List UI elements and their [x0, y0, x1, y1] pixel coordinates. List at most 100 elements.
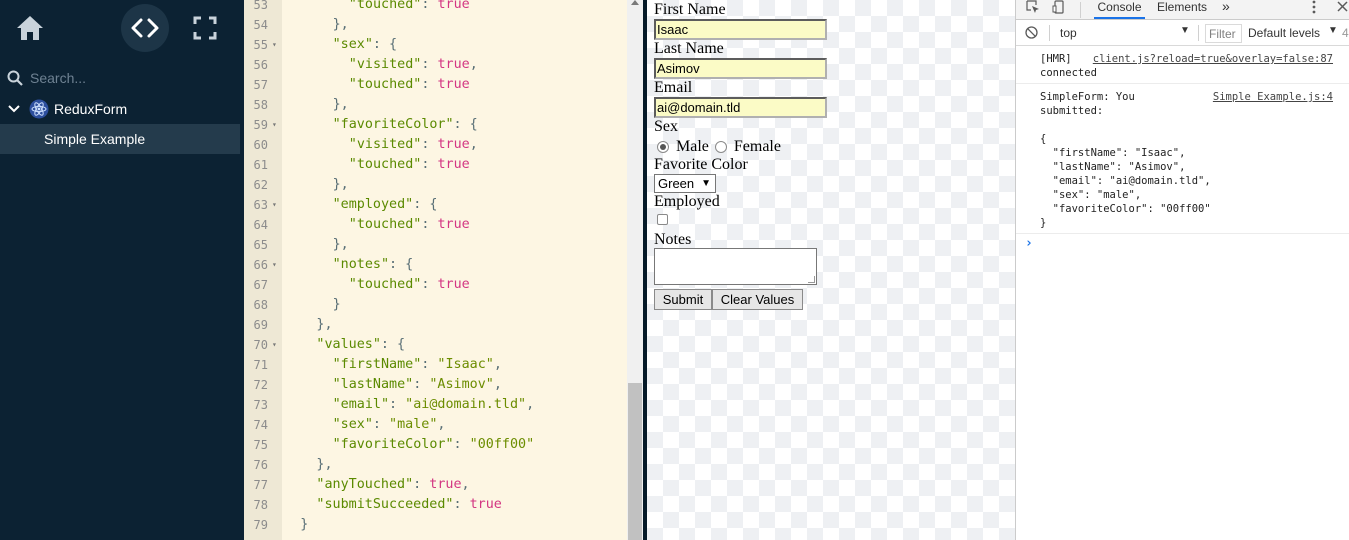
- first-name-field[interactable]: Isaac: [654, 19, 827, 40]
- line-number: 77: [253, 478, 268, 492]
- console-message-line: "email": "ai@domain.tld",: [1040, 175, 1211, 187]
- fold-arrow-icon[interactable]: ▾: [272, 255, 277, 275]
- more-tabs-button[interactable]: »: [1222, 0, 1230, 19]
- code-token: :: [421, 0, 438, 12]
- sex-radio-group: Male Female: [657, 138, 787, 156]
- code-token: "touched": [348, 157, 422, 172]
- code-text: "favoriteColor": {: [333, 115, 478, 135]
- code-line: 57 "touched": true: [244, 75, 627, 95]
- code-token: :: [421, 157, 438, 172]
- clear-values-button[interactable]: Clear Values: [712, 289, 803, 310]
- context-dropdown-icon[interactable]: ▼: [1180, 25, 1190, 36]
- fullscreen-button[interactable]: [181, 4, 229, 52]
- code-token: :: [421, 57, 438, 72]
- tree-group-label: ReduxForm: [54, 101, 128, 117]
- code-line: 54},: [244, 15, 627, 35]
- line-number: 58: [253, 98, 268, 112]
- code-text: },: [333, 95, 349, 115]
- code-token: },: [316, 317, 333, 332]
- console-message: [HMR] connected client.js?reload=true&over…: [1016, 46, 1349, 84]
- preview-pane: First Name Isaac Last Name Asimov Email …: [647, 0, 1015, 540]
- code-line: 68}: [244, 295, 627, 315]
- console-message-line: [HMR]: [1040, 53, 1072, 65]
- code-token: ,: [437, 417, 446, 432]
- console-message-line: SimpleForm: You: [1040, 91, 1135, 103]
- toolbar-separator: [1080, 2, 1081, 18]
- code-token: "touched": [348, 77, 422, 92]
- code-token: "visited": [348, 57, 422, 72]
- inspect-element-icon[interactable]: [1026, 0, 1040, 16]
- fullscreen-icon: [193, 16, 217, 40]
- code-token: },: [332, 17, 349, 32]
- notes-textarea[interactable]: [654, 248, 817, 285]
- code-scrollbar[interactable]: [627, 0, 643, 540]
- resize-grip-icon[interactable]: [808, 276, 815, 283]
- code-line: 62},: [244, 175, 627, 195]
- kebab-menu-icon[interactable]: [1312, 0, 1316, 16]
- home-button[interactable]: [6, 4, 54, 52]
- code-token: },: [332, 97, 349, 112]
- last-name-field[interactable]: Asimov: [654, 58, 827, 79]
- log-levels-dropdown[interactable]: Default levels: [1248, 26, 1320, 40]
- sidebar-toolbar: [0, 0, 244, 58]
- console-source-link[interactable]: client.js?reload=true&overlay=false:87: [1093, 52, 1333, 66]
- code-token: "male": [389, 417, 438, 432]
- code-token: },: [316, 457, 333, 472]
- search-input[interactable]: [30, 70, 230, 86]
- home-icon: [17, 16, 43, 40]
- code-icon: [131, 18, 159, 38]
- levels-dropdown-icon[interactable]: ▼: [1328, 25, 1338, 36]
- code-line: 72 "lastName": "Asimov",: [244, 375, 627, 395]
- sex-male-radio[interactable]: [657, 141, 669, 153]
- code-view-button[interactable]: [121, 4, 169, 52]
- line-number: 75: [253, 438, 268, 452]
- code-text: "firstName": "Isaac",: [333, 355, 502, 375]
- context-selector[interactable]: top: [1060, 26, 1077, 40]
- code-editor[interactable]: 53 "touched": true 54}, 55 ▾ "sex": {56 "visit…: [244, 0, 643, 540]
- clear-console-icon[interactable]: [1025, 26, 1038, 42]
- code-line: 58},: [244, 95, 627, 115]
- code-token: true: [437, 137, 470, 152]
- close-icon[interactable]: [1337, 0, 1348, 16]
- code-token: "touched": [348, 277, 422, 292]
- tab-elements[interactable]: Elements: [1157, 0, 1207, 19]
- code-line: 78 "submitSucceeded": true: [244, 495, 627, 515]
- code-line: 73 "email": "ai@domain.tld",: [244, 395, 627, 415]
- devtools-tabbar: Console Elements »: [1016, 0, 1349, 20]
- fold-arrow-icon[interactable]: ▾: [272, 195, 277, 215]
- scroll-up-arrow-icon[interactable]: [631, 0, 639, 5]
- code-token: :: [372, 417, 390, 432]
- fold-arrow-icon[interactable]: ▾: [272, 335, 277, 355]
- code-token: true: [437, 77, 470, 92]
- code-token: :: [421, 357, 438, 372]
- code-text: },: [316, 315, 332, 335]
- code-text: "touched": true: [349, 275, 470, 295]
- male-label: Male: [676, 138, 709, 155]
- code-line: 65},: [244, 235, 627, 255]
- code-line: 69},: [244, 315, 627, 335]
- device-toolbar-icon[interactable]: [1052, 0, 1066, 16]
- code-line: 56 "visited": true,: [244, 55, 627, 75]
- console-source-link[interactable]: Simple Example.js:4: [1213, 90, 1333, 104]
- submit-button[interactable]: Submit: [654, 289, 712, 310]
- fold-arrow-icon[interactable]: ▾: [272, 35, 277, 55]
- code-line: 66 ▾ "notes": {: [244, 255, 627, 275]
- favorite-color-select[interactable]: Green ▼: [654, 174, 716, 193]
- employed-checkbox[interactable]: [657, 214, 668, 225]
- sex-female-radio[interactable]: [714, 141, 727, 153]
- code-token: true: [437, 277, 470, 292]
- code-token: :: [453, 497, 470, 512]
- filter-input[interactable]: Filter: [1205, 24, 1242, 43]
- code-text: },: [333, 175, 349, 195]
- code-token: true: [437, 57, 470, 72]
- email-field[interactable]: ai@domain.tld: [654, 97, 827, 118]
- tree-group-reduxform[interactable]: ReduxForm: [0, 95, 244, 123]
- tab-console[interactable]: Console: [1094, 0, 1145, 19]
- line-number: 73: [253, 398, 268, 412]
- tree-item-simple-example[interactable]: Simple Example: [0, 124, 240, 154]
- console-prompt-icon[interactable]: ›: [1025, 236, 1033, 251]
- scroll-thumb[interactable]: [628, 383, 642, 540]
- code-line: 75 "favoriteColor": "00ff00": [244, 435, 627, 455]
- line-number: 78: [253, 498, 268, 512]
- fold-arrow-icon[interactable]: ▾: [272, 115, 277, 135]
